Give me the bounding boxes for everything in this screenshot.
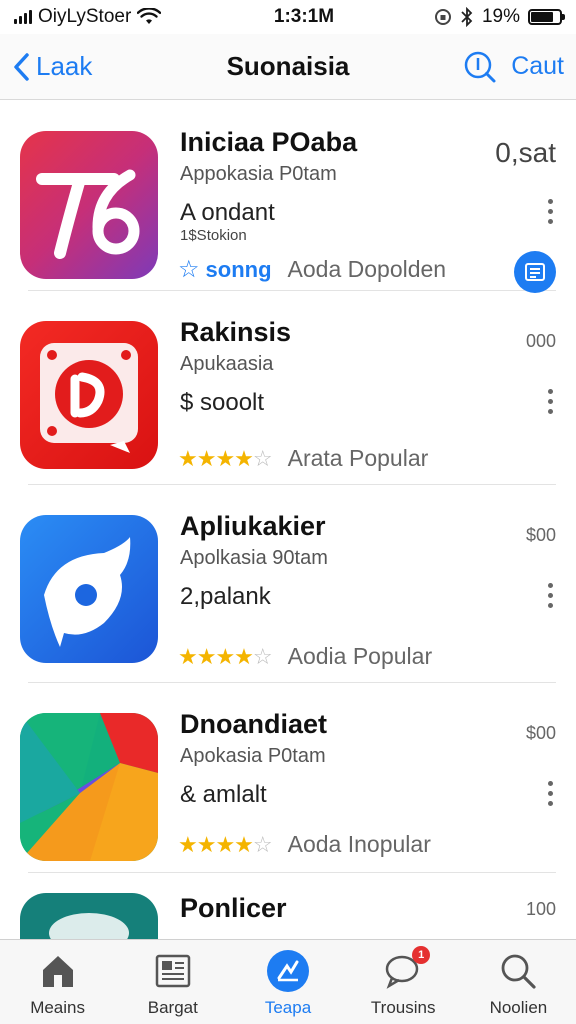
back-button[interactable]: Laak [12,51,162,82]
list-item[interactable]: Rakinsis Apukaasia $ sooolt ★★★★☆ Arata … [20,291,556,485]
apps-icon [277,960,299,982]
tab-label: Noolien [489,998,548,1017]
app-icon[interactable] [20,713,158,861]
category-tag: Arata Popular [287,445,429,471]
tab-label: Trousins [370,998,436,1017]
list-item[interactable]: Dnoandiaet Apokasia P0tam & amlalt ★★★★☆… [20,683,556,873]
search-icon[interactable] [463,50,497,84]
notification-badge: 1 [412,946,431,964]
star-rating-icon: ★★★★☆ [178,831,273,857]
tab-home[interactable]: Meains [0,940,115,1024]
app-title: Apliukakier [180,511,326,541]
app-subtitle: Apolkasia 90tam [180,547,328,569]
app-icon[interactable] [20,515,158,663]
signal-icon [14,10,32,24]
app-title: Ponlicer [180,893,287,923]
update-button[interactable] [514,251,556,293]
app-subtitle: Apokasia P0tam [180,745,326,767]
page-title: Suonaisia [226,51,350,81]
tab-messages[interactable]: 1 Trousins [346,940,461,1024]
app-rating: ★★★★☆ Arata Popular [178,445,428,472]
app-rating: ★★★★☆ Aoda Inopular [178,831,431,858]
app-title: Rakinsis [180,317,292,347]
app-title: Dnoandiaet [180,709,328,739]
app-icon[interactable] [20,131,158,279]
price-label: 100 [525,899,556,919]
list-item[interactable]: Ponlicer 100 [20,873,556,939]
app-info: $ sooolt [180,389,265,416]
tab-label: Bargat [147,998,198,1017]
search-icon [502,954,537,989]
app-detail: 1$Stokion [180,227,247,244]
app-subtitle: Appokasia P0tam [180,163,337,185]
tab-search[interactable]: Noolien [461,940,576,1024]
battery-percent: 19% [481,6,520,27]
carrier-label: OiyLyStoer [38,6,132,27]
category-tag: Aoda Inopular [287,831,431,857]
price-label: $00 [525,723,556,743]
category-tag: Aoda Dopolden [287,256,447,282]
cart-button[interactable]: Caut [511,52,564,81]
battery-icon [528,9,565,25]
back-label: Laak [36,51,93,81]
price-label: 000 [525,331,556,351]
category-tag: Aodia Popular [287,643,433,669]
app-info: A ondant [180,199,275,226]
price-label: $00 [525,525,556,545]
price-label: 0,sat [495,137,556,168]
bluetooth-icon [461,7,473,27]
app-rating: ★★★★☆ Aodia Popular [178,643,432,670]
more-options-icon[interactable] [548,781,554,806]
home-icon [42,956,73,987]
star-outline-icon: ☆ [178,256,200,283]
chevron-left-icon [14,52,29,81]
app-info: & amlalt [180,781,267,808]
more-options-icon[interactable] [548,199,554,224]
tab-news[interactable]: Bargat [115,940,230,1024]
list-item[interactable]: Iniciaa POaba Appokasia P0tam A ondant 1… [20,101,556,293]
tab-apps[interactable]: Teapa [230,940,345,1024]
tab-bar: Meains Bargat Teapa 1 Trousins Noolien [0,939,576,1024]
more-options-icon[interactable] [548,389,554,414]
rating-tag: ☆ sonng [178,256,272,283]
app-rating: ☆ sonng Aoda Dopolden [178,255,446,284]
newspaper-icon [525,263,545,281]
wifi-icon [137,8,162,24]
status-time: 1:3:1M [273,6,335,27]
star-rating-icon: ★★★★☆ [178,445,273,471]
list-item[interactable]: Apliukakier Apolkasia 90tam 2,palank ★★★… [20,485,556,683]
navigation-bar: Laak Suonaisia Caut [0,34,576,100]
app-title: Iniciaa POaba [180,127,358,157]
tab-label: Teapa [264,998,312,1017]
app-icon[interactable] [20,893,158,939]
app-icon[interactable] [20,321,158,469]
app-list: Iniciaa POaba Appokasia P0tam A ondant 1… [0,101,576,939]
more-options-icon[interactable] [548,583,554,608]
status-bar: OiyLyStoer 1:3:1M 19% [0,0,576,34]
app-info: 2,palank [180,583,271,610]
tab-label: Meains [30,998,85,1017]
app-subtitle: Apukaasia [180,353,274,375]
star-rating-icon: ★★★★☆ [178,643,273,669]
lock-rotation-icon [434,9,451,25]
newspaper-icon [155,954,191,988]
